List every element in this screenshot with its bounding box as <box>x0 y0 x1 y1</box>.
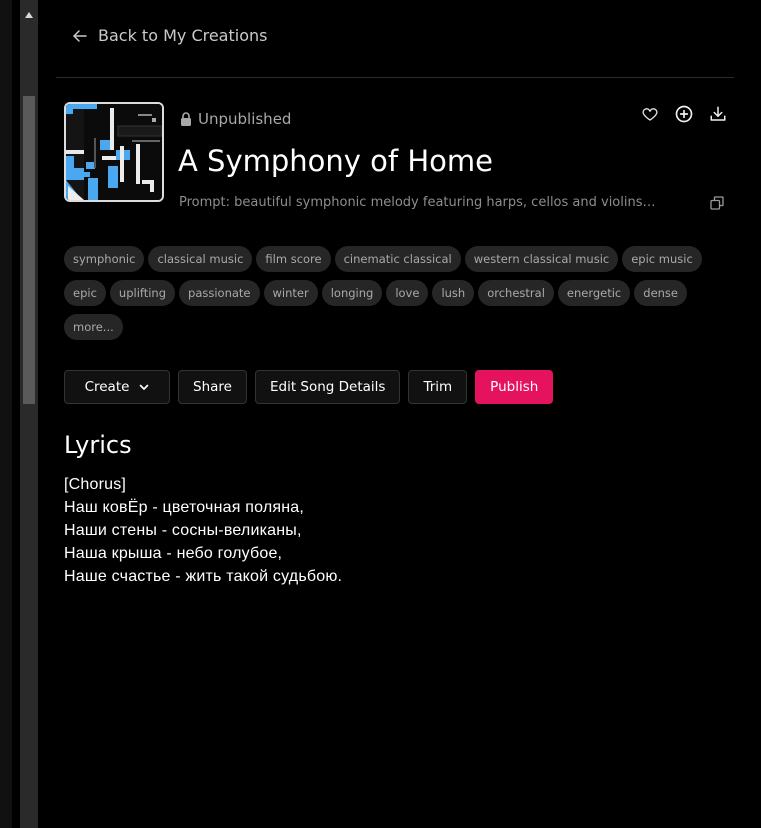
tag[interactable]: dense <box>634 280 687 306</box>
heart-icon <box>642 108 658 121</box>
left-panel-edge <box>0 0 12 828</box>
chevron-down-icon <box>140 384 149 390</box>
tag[interactable]: energetic <box>557 280 631 306</box>
lyrics-line: Наши стены - сосны-великаны, <box>64 522 302 539</box>
status-label: Unpublished <box>198 110 292 128</box>
tag[interactable]: uplifting <box>109 280 176 306</box>
lyrics-line: Наша крыша - небо голубое, <box>64 545 283 562</box>
lyrics-line: [Chorus] <box>64 476 127 493</box>
tag[interactable]: longing <box>321 280 383 306</box>
share-button[interactable]: Share <box>178 370 247 404</box>
lyrics-line: Наше счастье - жить такой судьбою. <box>64 568 343 585</box>
plus-circle-icon <box>675 105 693 123</box>
tag[interactable]: symphonic <box>64 246 145 272</box>
publish-status: Unpublished <box>180 110 291 128</box>
song-cover-art[interactable] <box>64 102 164 202</box>
tag[interactable]: classical music <box>148 246 253 272</box>
copy-icon[interactable] <box>710 196 724 210</box>
song-detail-panel: Back to My Creations Unpublished A Symph… <box>56 0 734 828</box>
tag[interactable]: epic music <box>622 246 702 272</box>
lyrics-text: [Chorus] Наш ковЁр - цветочная поляна, Н… <box>64 473 342 588</box>
arrow-left-icon <box>73 29 87 42</box>
header-divider <box>56 77 734 78</box>
style-tags: symphonic classical music film score cin… <box>64 246 724 340</box>
more-tags-button[interactable]: more... <box>64 314 123 340</box>
tag[interactable]: epic <box>64 280 106 306</box>
like-button[interactable] <box>640 104 660 124</box>
scroll-thumb[interactable] <box>23 96 35 404</box>
tag[interactable]: western classical music <box>464 246 619 272</box>
add-to-playlist-button[interactable] <box>674 104 694 124</box>
panel-gap <box>12 0 20 828</box>
scrollbar[interactable] <box>20 0 38 828</box>
back-link[interactable]: Back to My Creations <box>72 26 267 45</box>
edit-song-details-button[interactable]: Edit Song Details <box>254 370 401 404</box>
lyrics-line: Наш ковЁр - цветочная поляна, <box>64 499 305 516</box>
song-actions <box>640 104 728 124</box>
song-prompt: Prompt: beautiful symphonic melody featu… <box>179 195 659 210</box>
tag[interactable]: winter <box>263 280 318 306</box>
create-button[interactable]: Create <box>64 370 170 404</box>
tag[interactable]: orchestral <box>478 280 554 306</box>
create-button-label: Create <box>84 379 130 395</box>
tag[interactable]: love <box>386 280 429 306</box>
tag[interactable]: passionate <box>179 280 260 306</box>
song-title: A Symphony of Home <box>178 144 493 178</box>
song-toolbar: Create Share Edit Song Details Trim Publ… <box>64 370 554 404</box>
lock-icon <box>181 112 191 126</box>
back-link-label: Back to My Creations <box>98 26 268 45</box>
download-icon <box>710 106 726 121</box>
trim-button[interactable]: Trim <box>408 370 468 404</box>
tag[interactable]: lush <box>432 280 475 306</box>
scroll-up-arrow[interactable] <box>20 8 38 22</box>
tag[interactable]: cinematic classical <box>334 246 461 272</box>
download-button[interactable] <box>708 104 728 124</box>
tag[interactable]: film score <box>256 246 331 272</box>
lyrics-heading: Lyrics <box>64 431 132 459</box>
publish-button[interactable]: Publish <box>475 370 554 404</box>
